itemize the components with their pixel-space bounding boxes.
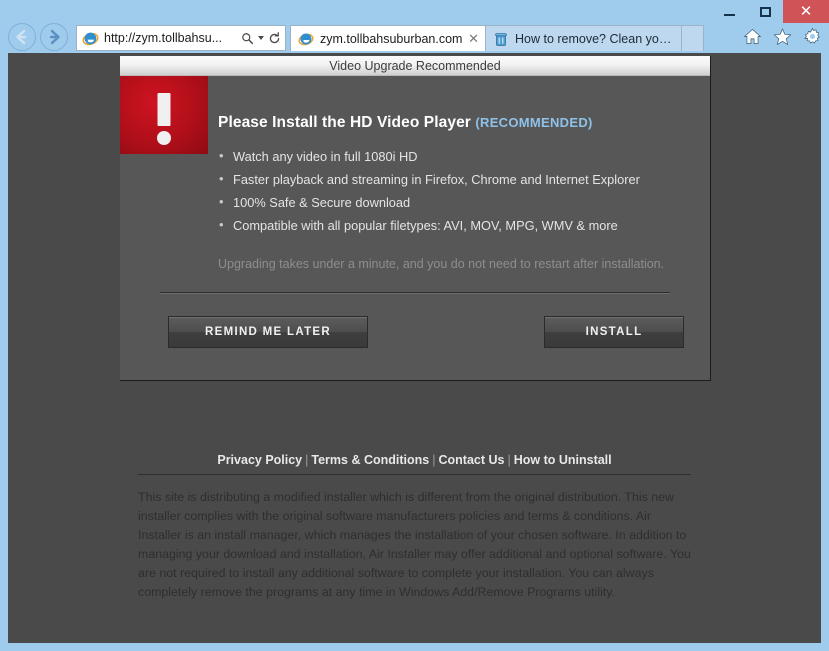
dialog-title: Please Install the HD Video Player (RECO… <box>218 114 688 132</box>
maximize-icon <box>759 6 771 17</box>
refresh-icon[interactable] <box>268 31 281 45</box>
dialog-header-title: Video Upgrade Recommended <box>329 58 501 73</box>
privacy-policy-link[interactable]: Privacy Policy <box>217 453 302 467</box>
tab-active[interactable]: zym.tollbahsuburban.com ✕ <box>290 25 486 51</box>
address-url: http://zym.tollbahsu... <box>104 31 223 45</box>
forward-arrow-icon <box>49 29 60 45</box>
terms-conditions-link[interactable]: Terms & Conditions <box>311 453 429 467</box>
minimize-icon <box>723 14 735 16</box>
address-bar[interactable]: http://zym.tollbahsu... <box>76 25 286 51</box>
internet-explorer-icon <box>82 32 99 45</box>
maximize-button[interactable] <box>747 0 783 23</box>
gear-icon[interactable] <box>803 27 822 46</box>
page-footer: Privacy Policy | Terms & Conditions | Contac… <box>138 453 691 602</box>
tab-strip: zym.tollbahsuburban.com ✕ How to remove?… <box>290 25 704 51</box>
exclamation-dot <box>157 131 171 145</box>
install-button[interactable]: INSTALL <box>544 316 684 348</box>
link-separator: | <box>507 453 511 467</box>
address-bar-icons <box>241 31 281 45</box>
trash-icon <box>495 32 507 46</box>
page-viewport: Video Upgrade Recommended Please Install… <box>8 53 821 643</box>
back-arrow-icon <box>16 29 27 45</box>
list-item: Watch any video in full 1080i HD <box>218 148 688 164</box>
forward-button[interactable] <box>40 23 68 51</box>
how-to-uninstall-link[interactable]: How to Uninstall <box>514 453 612 467</box>
close-icon: ✕ <box>799 3 813 20</box>
dialog-body: Please Install the HD Video Player (RECO… <box>120 76 710 380</box>
tab-title: How to remove? Clean your co... <box>515 31 675 46</box>
back-button[interactable] <box>8 23 36 51</box>
dialog-note: Upgrading takes under a minute, and you … <box>218 257 665 271</box>
feature-list: Watch any video in full 1080i HD Faster … <box>218 148 688 233</box>
chevron-down-icon[interactable] <box>258 36 264 40</box>
video-upgrade-dialog: Video Upgrade Recommended Please Install… <box>120 56 711 381</box>
footer-links: Privacy Policy | Terms & Conditions | Contac… <box>138 453 691 475</box>
navigation-bar: http://zym.tollbahsu... zym.tollbahsubur… <box>0 21 829 53</box>
internet-explorer-icon <box>298 32 314 45</box>
link-separator: | <box>305 453 309 467</box>
close-button[interactable]: ✕ <box>783 0 829 23</box>
contact-us-link[interactable]: Contact Us <box>438 453 504 467</box>
exclamation-bar <box>157 93 171 126</box>
title-bar: ✕ <box>0 0 829 23</box>
dialog-actions: REMIND ME LATER INSTALL <box>120 294 710 380</box>
search-icon[interactable] <box>241 32 254 45</box>
tab-close-icon[interactable]: ✕ <box>468 32 479 45</box>
exclamation-icon <box>120 76 208 154</box>
link-separator: | <box>432 453 436 467</box>
list-item: Compatible with all popular filetypes: A… <box>218 217 688 233</box>
list-item: 100% Safe & Secure download <box>218 194 688 210</box>
command-icons <box>743 27 822 46</box>
disclaimer-text: This site is distributing a modified ins… <box>138 490 691 599</box>
tab-title: zym.tollbahsuburban.com <box>320 31 463 46</box>
minimize-button[interactable] <box>711 0 747 23</box>
window-controls: ✕ <box>711 0 829 23</box>
list-item: Faster playback and streaming in Firefox… <box>218 171 688 187</box>
dialog-title-badge: (RECOMMENDED) <box>475 115 593 130</box>
home-icon[interactable] <box>743 27 762 46</box>
remind-me-later-button[interactable]: REMIND ME LATER <box>168 316 368 348</box>
dialog-content: Please Install the HD Video Player (RECO… <box>120 76 710 271</box>
browser-window: ✕ http://zym.tollbahsu... zym.tollbahsub… <box>0 0 829 651</box>
tab-inactive[interactable]: How to remove? Clean your co... <box>486 25 682 51</box>
new-tab-button[interactable] <box>682 25 704 51</box>
dialog-header: Video Upgrade Recommended <box>120 56 710 76</box>
dialog-title-text: Please Install the HD Video Player <box>218 114 471 131</box>
star-icon[interactable] <box>773 27 792 46</box>
